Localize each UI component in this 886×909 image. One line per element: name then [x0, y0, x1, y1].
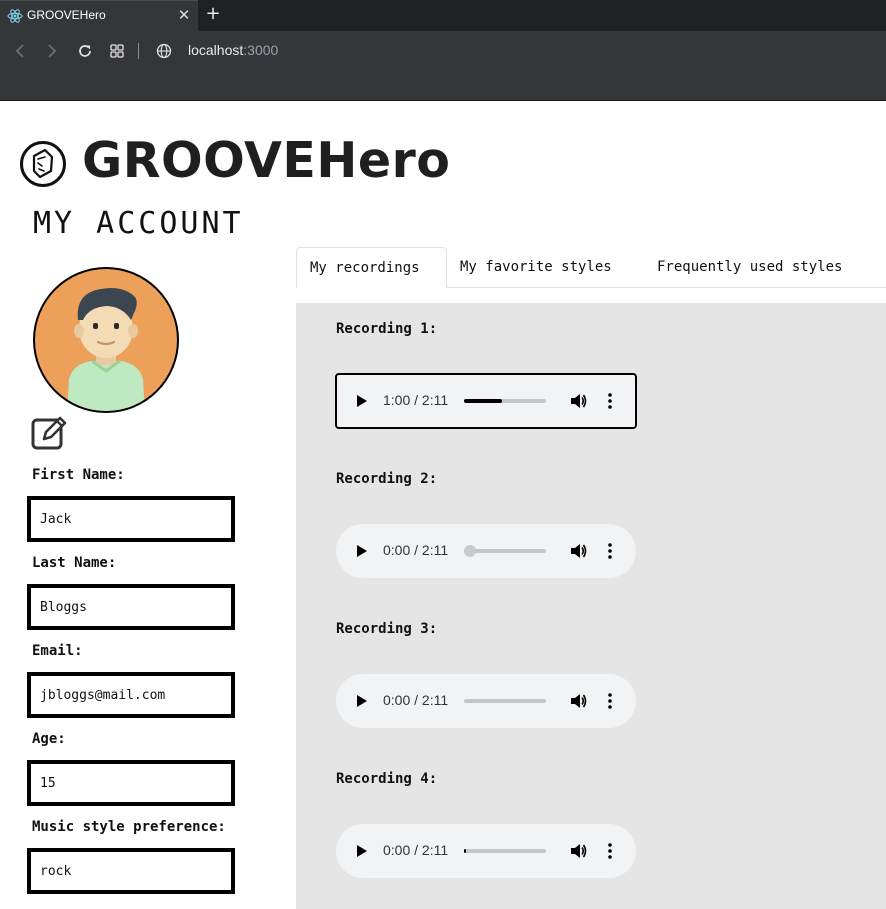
age-input[interactable]: [27, 760, 235, 806]
toolbar-separator: [138, 43, 139, 59]
recording-label: Recording 1:: [336, 321, 438, 337]
seek-bar[interactable]: [464, 545, 546, 557]
email-input[interactable]: [27, 672, 235, 718]
volume-icon[interactable]: [569, 692, 587, 710]
groovehero-logo-icon: [20, 141, 66, 187]
tab-my-favorite-styles[interactable]: My favorite styles: [447, 247, 625, 288]
address-bar[interactable]: localhost:3000: [188, 42, 278, 58]
seek-progress: [464, 399, 502, 403]
email-label: Email:: [32, 643, 83, 659]
recording-label: Recording 4:: [336, 771, 438, 787]
tab-frequently-used-styles[interactable]: Frequently used styles: [644, 247, 855, 288]
first-name-input[interactable]: [27, 496, 235, 542]
browser-tab[interactable]: GROOVEHero ✕: [0, 0, 198, 31]
forward-icon[interactable]: [42, 41, 62, 61]
url-port: :3000: [243, 42, 279, 58]
globe-icon: [156, 43, 172, 59]
brand-title: GROOVEHero: [82, 132, 451, 189]
audio-player[interactable]: 0:00 / 2:11: [336, 824, 636, 878]
avatar: [33, 267, 179, 413]
seek-progress: [464, 849, 467, 853]
volume-icon[interactable]: [569, 542, 587, 560]
play-icon[interactable]: [356, 694, 368, 708]
new-tab-button[interactable]: +: [204, 5, 222, 23]
reload-icon[interactable]: [75, 41, 95, 61]
volume-icon[interactable]: [569, 392, 587, 410]
playback-time: 0:00 / 2:11: [383, 542, 449, 558]
browser-tab-bar: GROOVEHero ✕ +: [0, 0, 886, 31]
more-options-icon[interactable]: [607, 842, 613, 860]
age-label: Age:: [32, 731, 66, 747]
browser-toolbar: localhost:3000: [0, 31, 886, 101]
last-name-label: Last Name:: [32, 555, 117, 571]
audio-player[interactable]: 0:00 / 2:11: [336, 674, 636, 728]
tab-title: GROOVEHero: [27, 8, 106, 22]
page-title: MY ACCOUNT: [33, 206, 244, 241]
react-icon: [7, 9, 23, 23]
play-icon[interactable]: [356, 544, 368, 558]
seek-bar[interactable]: [464, 699, 546, 703]
seek-bar[interactable]: [464, 849, 546, 853]
url-host: localhost: [188, 42, 244, 58]
audio-player[interactable]: 0:00 / 2:11: [336, 524, 636, 578]
recording-label: Recording 2:: [336, 471, 438, 487]
first-name-label: First Name:: [32, 467, 125, 483]
recordings-panel: Recording 1: 1:00 / 2:11 Recording 2: 0:…: [296, 303, 886, 909]
more-options-icon[interactable]: [607, 392, 613, 410]
edit-profile-icon[interactable]: [30, 413, 68, 451]
apps-grid-icon[interactable]: [107, 41, 127, 61]
playback-time: 0:00 / 2:11: [383, 842, 449, 858]
recording-label: Recording 3:: [336, 621, 438, 637]
close-tab-icon[interactable]: ✕: [176, 7, 192, 23]
tab-my-recordings[interactable]: My recordings: [296, 247, 447, 288]
recordings-tabs: My recordings My favorite styles Frequen…: [296, 247, 886, 288]
last-name-input[interactable]: [27, 584, 235, 630]
seek-bar[interactable]: [464, 399, 546, 403]
audio-player[interactable]: 1:00 / 2:11: [335, 373, 637, 429]
music-style-label: Music style preference:: [32, 819, 226, 835]
back-icon[interactable]: [10, 41, 30, 61]
seek-thumb[interactable]: [464, 545, 476, 557]
play-icon[interactable]: [356, 394, 368, 408]
play-icon[interactable]: [356, 844, 368, 858]
playback-time: 1:00 / 2:11: [383, 392, 449, 408]
playback-time: 0:00 / 2:11: [383, 692, 449, 708]
more-options-icon[interactable]: [607, 692, 613, 710]
volume-icon[interactable]: [569, 842, 587, 860]
more-options-icon[interactable]: [607, 542, 613, 560]
music-style-input[interactable]: [27, 848, 235, 894]
